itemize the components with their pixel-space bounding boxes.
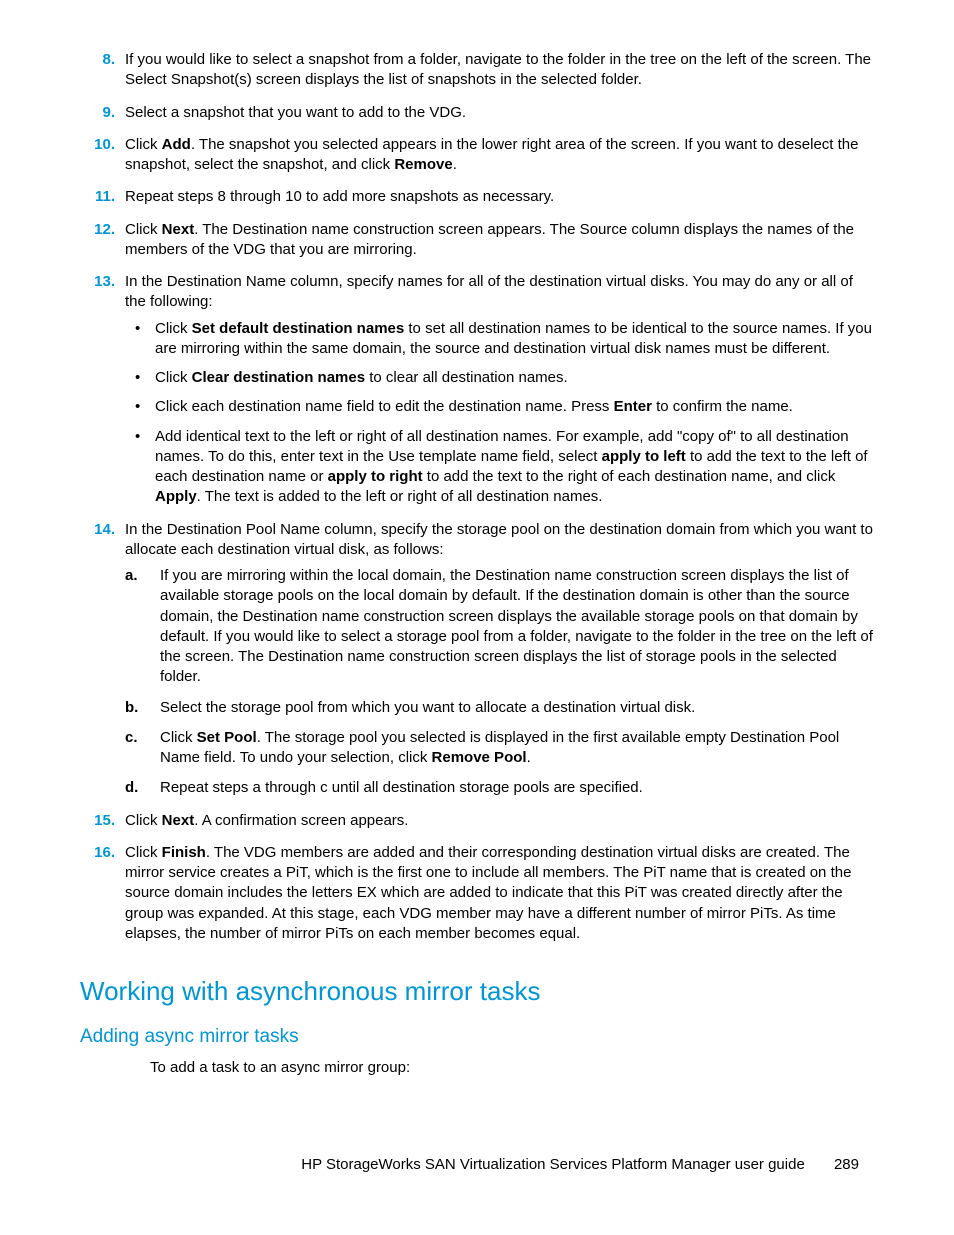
step-number: 9. [80, 103, 115, 123]
step-text: In the Destination Pool Name column, spe… [125, 521, 873, 558]
step-number: 15. [80, 811, 115, 831]
step-number: 13. [80, 272, 115, 292]
step-13-bullets: Click Set default destination names to s… [125, 319, 874, 508]
step-16: 16. Click Finish. The VDG members are ad… [80, 843, 874, 944]
step-9: 9. Select a snapshot that you want to ad… [80, 103, 874, 123]
footer-title: HP StorageWorks SAN Virtualization Servi… [301, 1156, 805, 1173]
intro-text: To add a task to an async mirror group: [150, 1058, 874, 1078]
step-text: Click Add. The snapshot you selected app… [125, 136, 858, 173]
page-number: 289 [834, 1156, 859, 1173]
letter-marker: c. [125, 728, 147, 748]
letter-marker: a. [125, 566, 147, 586]
letter-item: b.Select the storage pool from which you… [125, 698, 874, 718]
step-12: 12. Click Next. The Destination name con… [80, 220, 874, 261]
step-text: Click Next. A confirmation screen appear… [125, 812, 408, 829]
letter-marker: d. [125, 778, 147, 798]
step-text: Click Next. The Destination name constru… [125, 221, 854, 258]
step-text: Repeat steps 8 through 10 to add more sn… [125, 188, 554, 205]
bullet-item: Click Clear destination names to clear a… [125, 368, 874, 388]
step-number: 11. [80, 187, 115, 207]
step-text: In the Destination Name column, specify … [125, 273, 853, 310]
bullet-item: Click Set default destination names to s… [125, 319, 874, 360]
step-11: 11. Repeat steps 8 through 10 to add mor… [80, 187, 874, 207]
subsection-heading: Adding async mirror tasks [80, 1024, 874, 1050]
bullet-item: Click each destination name field to edi… [125, 397, 874, 417]
step-14-letters: a.If you are mirroring within the local … [125, 566, 874, 799]
letter-item: d.Repeat steps a through c until all des… [125, 778, 874, 798]
letter-marker: b. [125, 698, 147, 718]
letter-item: c.Click Set Pool. The storage pool you s… [125, 728, 874, 769]
document-page: 8. If you would like to select a snapsho… [0, 0, 954, 1235]
step-14: 14. In the Destination Pool Name column,… [80, 520, 874, 799]
step-13: 13. In the Destination Name column, spec… [80, 272, 874, 508]
step-text: If you would like to select a snapshot f… [125, 51, 871, 88]
step-15: 15. Click Next. A confirmation screen ap… [80, 811, 874, 831]
step-number: 8. [80, 50, 115, 70]
step-number: 16. [80, 843, 115, 863]
bullet-item: Add identical text to the left or right … [125, 427, 874, 508]
step-text: Select a snapshot that you want to add t… [125, 104, 466, 121]
step-text: Click Finish. The VDG members are added … [125, 844, 851, 942]
step-8: 8. If you would like to select a snapsho… [80, 50, 874, 91]
step-number: 14. [80, 520, 115, 540]
letter-item: a.If you are mirroring within the local … [125, 566, 874, 688]
ordered-steps: 8. If you would like to select a snapsho… [80, 50, 874, 944]
step-number: 10. [80, 135, 115, 155]
section-heading: Working with asynchronous mirror tasks [80, 974, 874, 1009]
step-number: 12. [80, 220, 115, 240]
step-10: 10. Click Add. The snapshot you selected… [80, 135, 874, 176]
page-footer: HP StorageWorks SAN Virtualization Servi… [301, 1155, 859, 1175]
